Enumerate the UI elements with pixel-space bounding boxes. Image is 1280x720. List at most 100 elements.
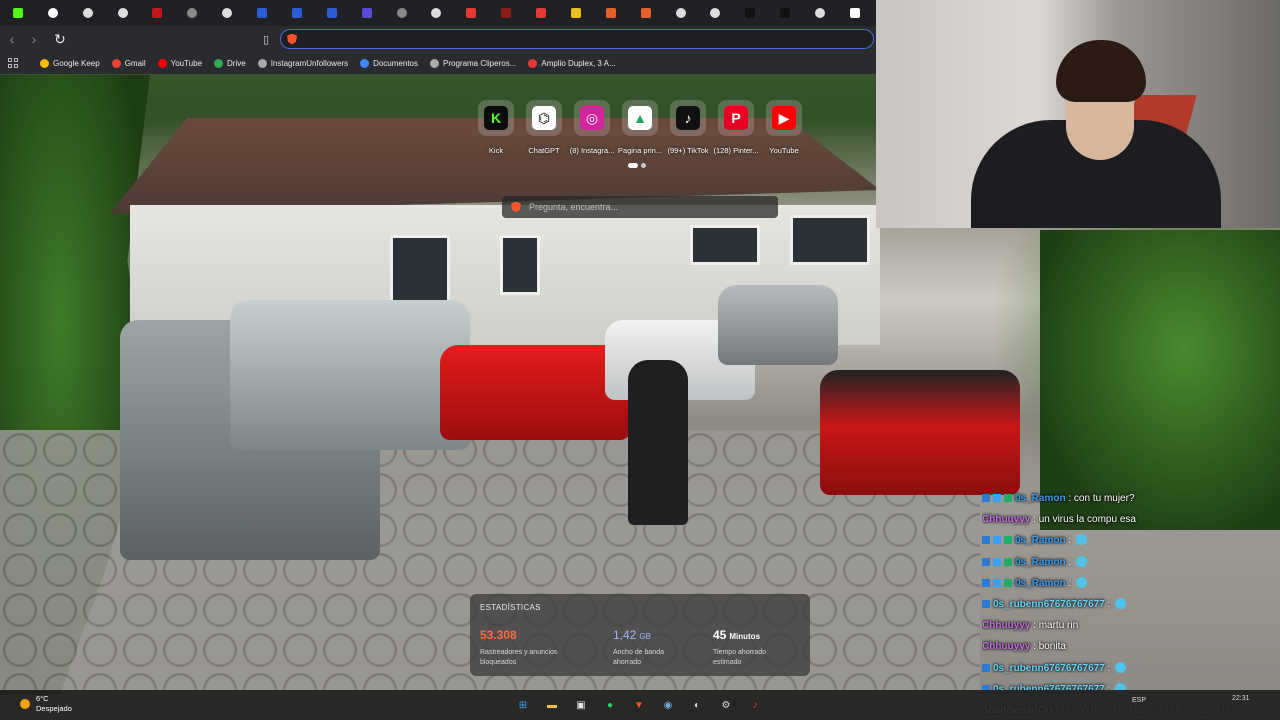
- browser-tab[interactable]: [215, 2, 248, 24]
- background-car-mustang: [820, 370, 1020, 495]
- browser-tab[interactable]: [459, 2, 492, 24]
- shortcut-tile[interactable]: ♪ (99+) TikTok: [667, 100, 709, 155]
- shortcut-label: (128) Pinter...: [713, 146, 759, 155]
- bookmark-favicon-icon: [111, 58, 121, 68]
- doc-icon: [257, 8, 268, 18]
- browser-tab[interactable]: [41, 2, 74, 24]
- shortcut-icon: K: [478, 100, 514, 136]
- shortcut-tile[interactable]: K Kick: [476, 100, 516, 155]
- brave-icon: [466, 8, 477, 18]
- address-bar[interactable]: [280, 29, 874, 49]
- newtab-search-box[interactable]: Pregunta, encuentra...: [502, 196, 778, 218]
- file-explorer-icon[interactable]: ▬: [543, 696, 561, 714]
- shortcut-icon: ▲: [622, 100, 658, 136]
- shortcut-tile[interactable]: ▶ YouTube: [764, 100, 804, 155]
- spotify-icon[interactable]: ●: [601, 696, 619, 714]
- browser-tab[interactable]: [704, 2, 737, 24]
- shortcut-label: ChatGPT: [528, 146, 560, 155]
- browser-tab[interactable]: [494, 2, 527, 24]
- steam-icon[interactable]: ◉: [659, 696, 677, 714]
- tiktok-icon: [745, 8, 756, 18]
- chat-username[interactable]: 0s_Ramon: [1015, 493, 1066, 504]
- doc-icon: [326, 8, 337, 18]
- background-trees-right: [1040, 230, 1280, 530]
- browser-tab[interactable]: [6, 2, 39, 24]
- browser-tab[interactable]: [111, 2, 144, 24]
- bookmark-item[interactable]: Programa Cliperos...: [430, 58, 516, 68]
- brave-stats-widget: ESTADÍSTICAS 53.308 Rastreadores y anunc…: [470, 594, 810, 676]
- browser-tab[interactable]: [773, 2, 806, 24]
- browser-tab[interactable]: [599, 2, 632, 24]
- bookmark-item[interactable]: Drive: [214, 58, 246, 68]
- apps-grid-icon[interactable]: [8, 58, 18, 68]
- browser-tab[interactable]: [390, 2, 423, 24]
- browser-tab[interactable]: [425, 2, 458, 24]
- chat-username[interactable]: Chhuuyyy: [982, 641, 1030, 652]
- browser-tab[interactable]: [250, 2, 283, 24]
- chat-separator: :: [1030, 641, 1039, 653]
- browser-tab[interactable]: [738, 2, 771, 24]
- reload-button[interactable]: ↻: [50, 29, 70, 49]
- browser-tab[interactable]: [355, 2, 388, 24]
- tiktok-icon[interactable]: ♪: [746, 696, 764, 714]
- chat-username[interactable]: 0s_Ramon: [1015, 557, 1066, 568]
- bookmark-page-icon[interactable]: ▯: [256, 29, 276, 49]
- windows-taskbar: 6°C Despejado ⊞ ▬ ▣ ● ▼ ◉ ◐ ⚙ ♪ ESP 22:31: [0, 690, 1280, 720]
- shortcut-tile[interactable]: ▲ Pagina prin...: [618, 100, 662, 155]
- store-icon[interactable]: ▣: [572, 696, 590, 714]
- background-person: [628, 360, 688, 525]
- bookmark-item[interactable]: Google Keep: [40, 58, 100, 68]
- weather-condition: Despejado: [36, 704, 72, 713]
- bookmark-item[interactable]: InstagramUnfollowers: [257, 58, 349, 68]
- bookmark-label: InstagramUnfollowers: [270, 58, 349, 68]
- chat-separator: :: [1030, 514, 1039, 526]
- bookmark-item[interactable]: YouTube: [157, 58, 202, 68]
- windows-start-icon[interactable]: ⊞: [514, 696, 532, 714]
- language-indicator[interactable]: ESP: [1132, 696, 1146, 705]
- stats-title: ESTADÍSTICAS: [480, 603, 541, 612]
- browser-tab[interactable]: [669, 2, 702, 24]
- weather-widget[interactable]: 6°C Despejado: [20, 694, 72, 714]
- settings-icon[interactable]: ⚙: [717, 696, 735, 714]
- chat-username[interactable]: 0s_Ramon: [1015, 578, 1066, 589]
- clock[interactable]: 22:31: [1232, 694, 1250, 703]
- chat-message: 0s_Ramon :: [982, 552, 1280, 573]
- chat-badge-icon: [1004, 578, 1012, 587]
- shortcut-tile[interactable]: ◎ (8) Instagra...: [570, 100, 614, 155]
- bookmark-item[interactable]: Amplio Duplex, 3 A...: [528, 58, 616, 68]
- forward-button[interactable]: ›: [24, 29, 44, 49]
- chat-username[interactable]: Chhuuyyy: [982, 514, 1030, 525]
- chat-badge-icon: [982, 536, 990, 545]
- browser-tab[interactable]: [843, 2, 876, 24]
- shortcut-page-dots[interactable]: [628, 163, 646, 168]
- stat-unit: Minutos: [729, 632, 761, 641]
- app-icon[interactable]: ◐: [688, 696, 706, 714]
- shortcut-tile[interactable]: P (128) Pinter...: [713, 100, 759, 155]
- newtab-shortcuts: K Kick ⌬ ChatGPT ◎ (8) Instagra... ▲ Pagina pri…: [476, 100, 804, 155]
- tiktok-icon: [780, 8, 791, 18]
- back-button[interactable]: ‹: [2, 29, 22, 49]
- browser-tab[interactable]: [564, 2, 597, 24]
- browser-tab[interactable]: [76, 2, 109, 24]
- browser-tab[interactable]: [146, 2, 179, 24]
- shortcut-label: Kick: [488, 146, 504, 155]
- browser-tab[interactable]: [529, 2, 562, 24]
- bookmark-item[interactable]: Documentos: [360, 58, 418, 68]
- browser-tab[interactable]: [634, 2, 667, 24]
- chat-username[interactable]: Chhuuyyy: [982, 620, 1030, 631]
- bookmark-item[interactable]: Gmail: [111, 58, 146, 68]
- browser-tab[interactable]: [180, 2, 213, 24]
- chrome-icon: [222, 8, 233, 18]
- chat-username[interactable]: 0s_Ramon: [1015, 535, 1066, 546]
- brave-shield-icon[interactable]: [287, 33, 297, 45]
- brave-icon[interactable]: ▼: [630, 696, 648, 714]
- browser-tab[interactable]: [808, 2, 841, 24]
- browser-tab[interactable]: [320, 2, 353, 24]
- browser-tab[interactable]: [285, 2, 318, 24]
- chat-username[interactable]: 0s_rubenn67676767677: [993, 599, 1105, 610]
- chat-emote-icon: [1115, 661, 1127, 673]
- shortcut-icon: ⌬: [526, 100, 562, 136]
- stat-value: 45: [713, 628, 727, 642]
- shortcut-tile[interactable]: ⌬ ChatGPT: [524, 100, 564, 155]
- chat-username[interactable]: 0s_rubenn67676767677: [993, 663, 1105, 674]
